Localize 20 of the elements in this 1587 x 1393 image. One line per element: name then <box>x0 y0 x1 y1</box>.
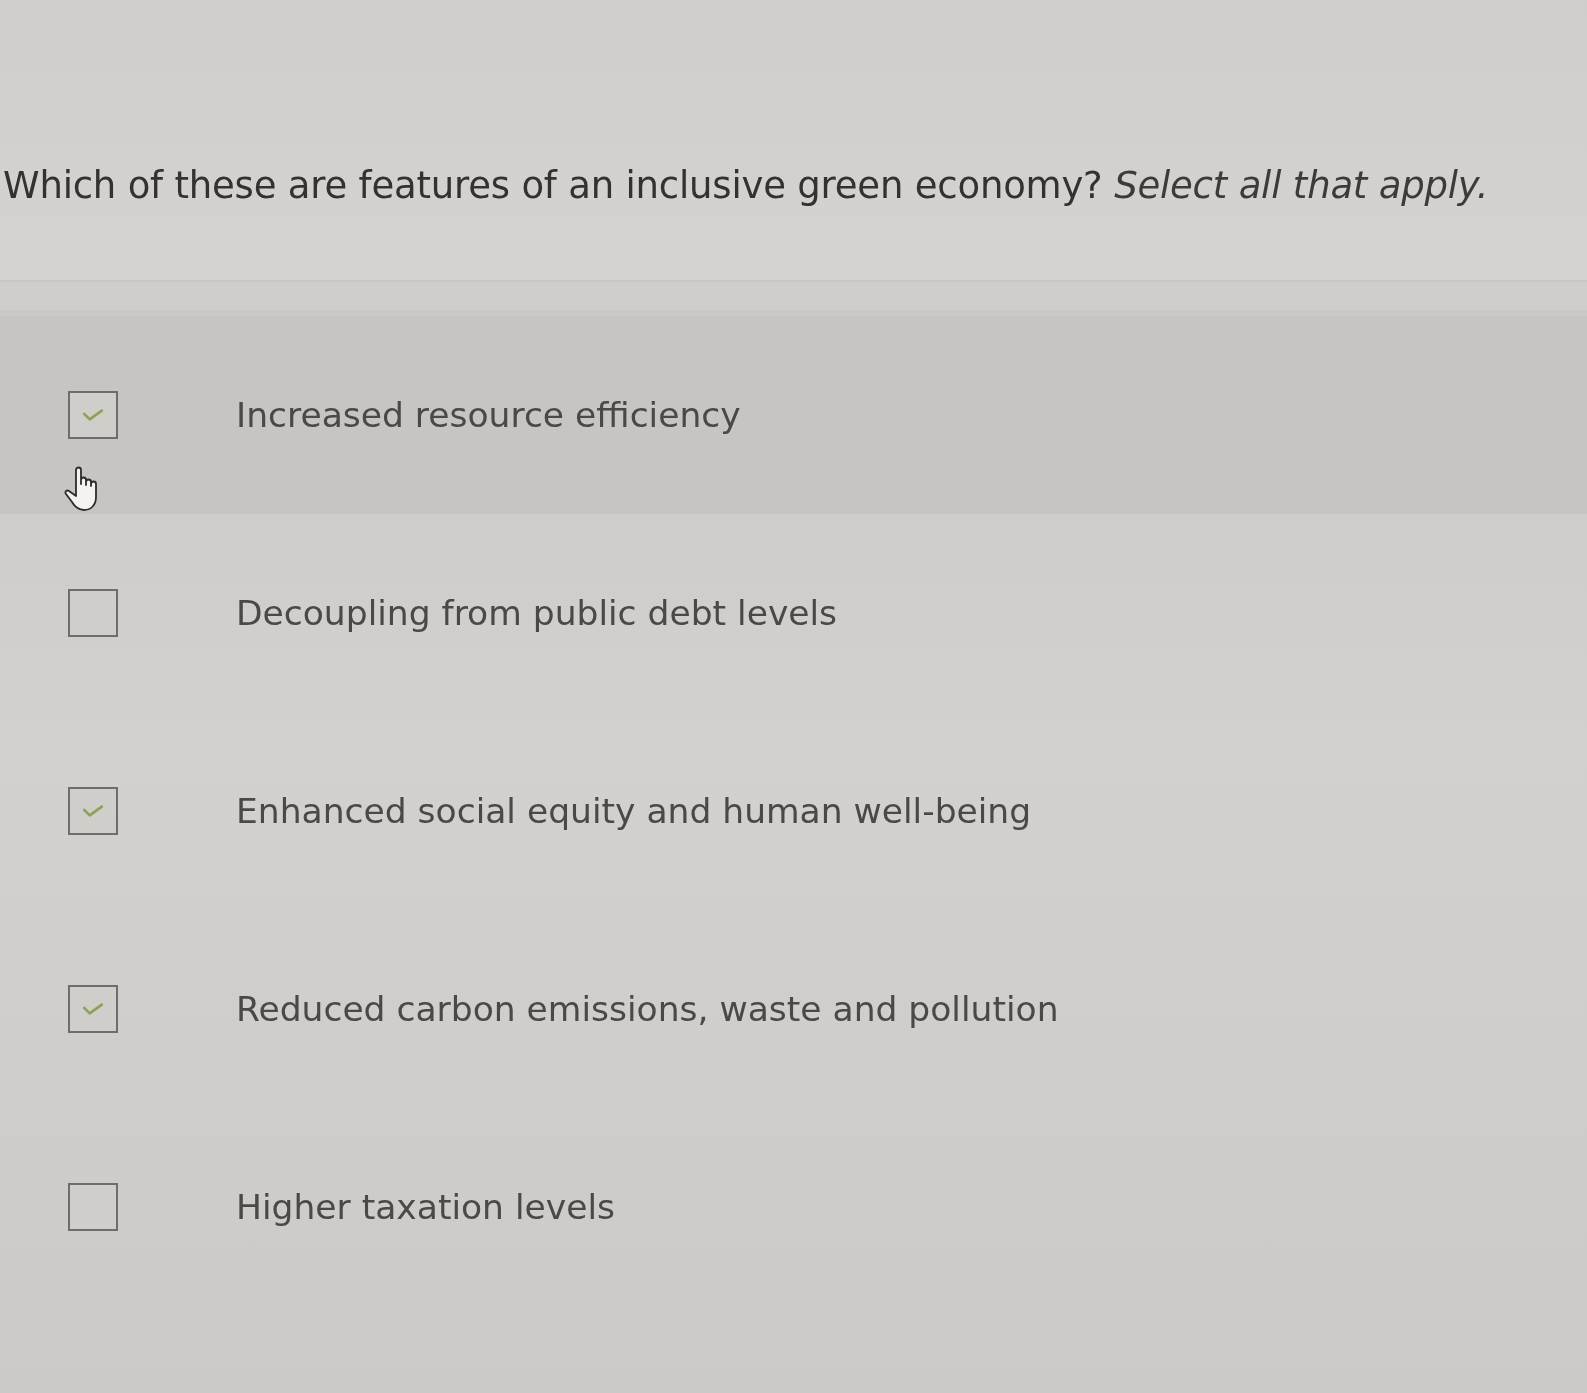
checkbox[interactable] <box>68 391 118 439</box>
checkmark-icon <box>82 804 104 818</box>
checkmark-icon <box>82 408 104 422</box>
option-label[interactable]: Increased resource efficiency <box>236 395 741 435</box>
question-text: Which of these are features of an inclusive green economy? Select all that apply. <box>3 163 1489 209</box>
option-label[interactable]: Higher taxation levels <box>236 1187 615 1227</box>
checkbox[interactable] <box>68 985 118 1033</box>
checkmark-icon <box>82 1002 104 1016</box>
option-label[interactable]: Decoupling from public debt levels <box>236 593 838 633</box>
hand-cursor-icon <box>64 466 100 512</box>
option-row[interactable]: Increased resource efficiency <box>0 316 1587 514</box>
checkbox[interactable] <box>68 787 118 835</box>
option-row[interactable]: Decoupling from public debt levels <box>0 514 1587 712</box>
option-label[interactable]: Enhanced social equity and human well-being <box>236 791 1032 831</box>
option-row[interactable]: Higher taxation levels <box>0 1108 1587 1306</box>
option-row[interactable]: Reduced carbon emissions, waste and pollution <box>0 910 1587 1108</box>
option-row[interactable]: Enhanced social equity and human well-being <box>0 712 1587 910</box>
checkbox[interactable] <box>68 1183 118 1231</box>
checkbox[interactable] <box>68 589 118 637</box>
option-label[interactable]: Reduced carbon emissions, waste and pollution <box>236 989 1059 1029</box>
